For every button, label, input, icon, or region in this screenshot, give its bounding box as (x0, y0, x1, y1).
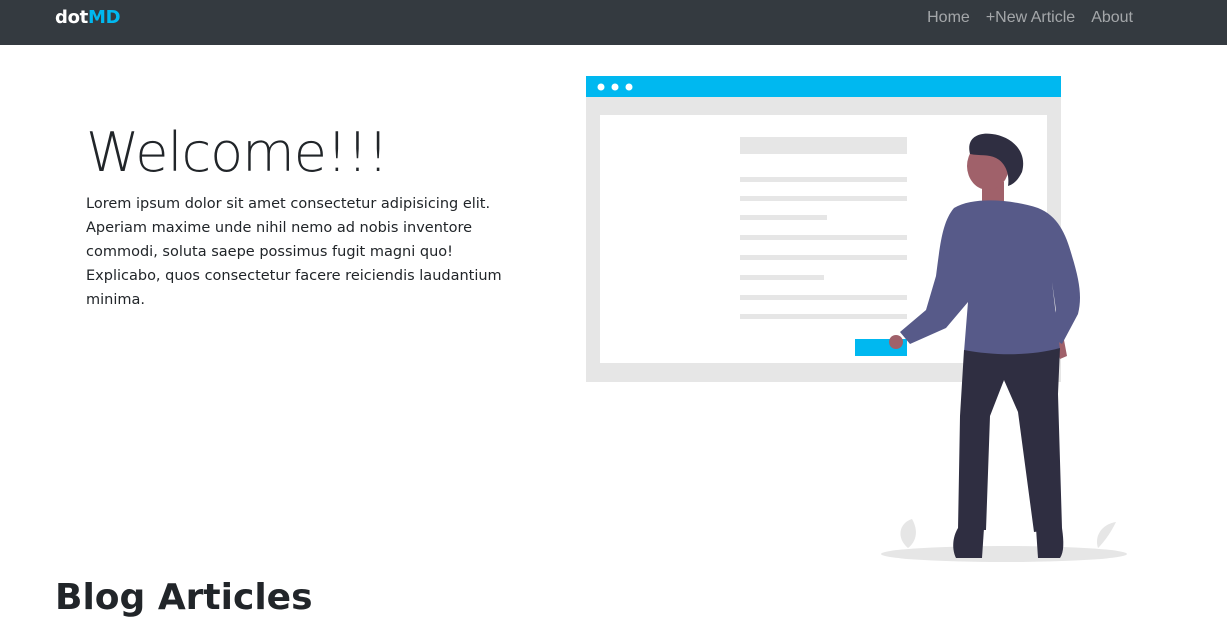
nav-link-home[interactable]: Home (927, 9, 970, 27)
brand-text-dot: dot (55, 7, 88, 28)
hero-text: Lorem ipsum dolor sit amet consectetur a… (86, 196, 502, 308)
hero-title: Welcome!!! (86, 121, 389, 184)
nav-link-about[interactable]: About (1091, 9, 1133, 27)
blog-articles-heading: Blog Articles (55, 577, 313, 618)
brand-text-md: MD (87, 7, 121, 28)
nav-links: Home +New Article About (927, 0, 1133, 36)
navbar: dotMD Home +New Article About (0, 0, 1227, 45)
nav-link-new-article[interactable]: +New Article (986, 9, 1075, 27)
brand-logo[interactable]: dotMD (55, 7, 121, 28)
person-viewing-webpage-illustration (586, 76, 1127, 562)
